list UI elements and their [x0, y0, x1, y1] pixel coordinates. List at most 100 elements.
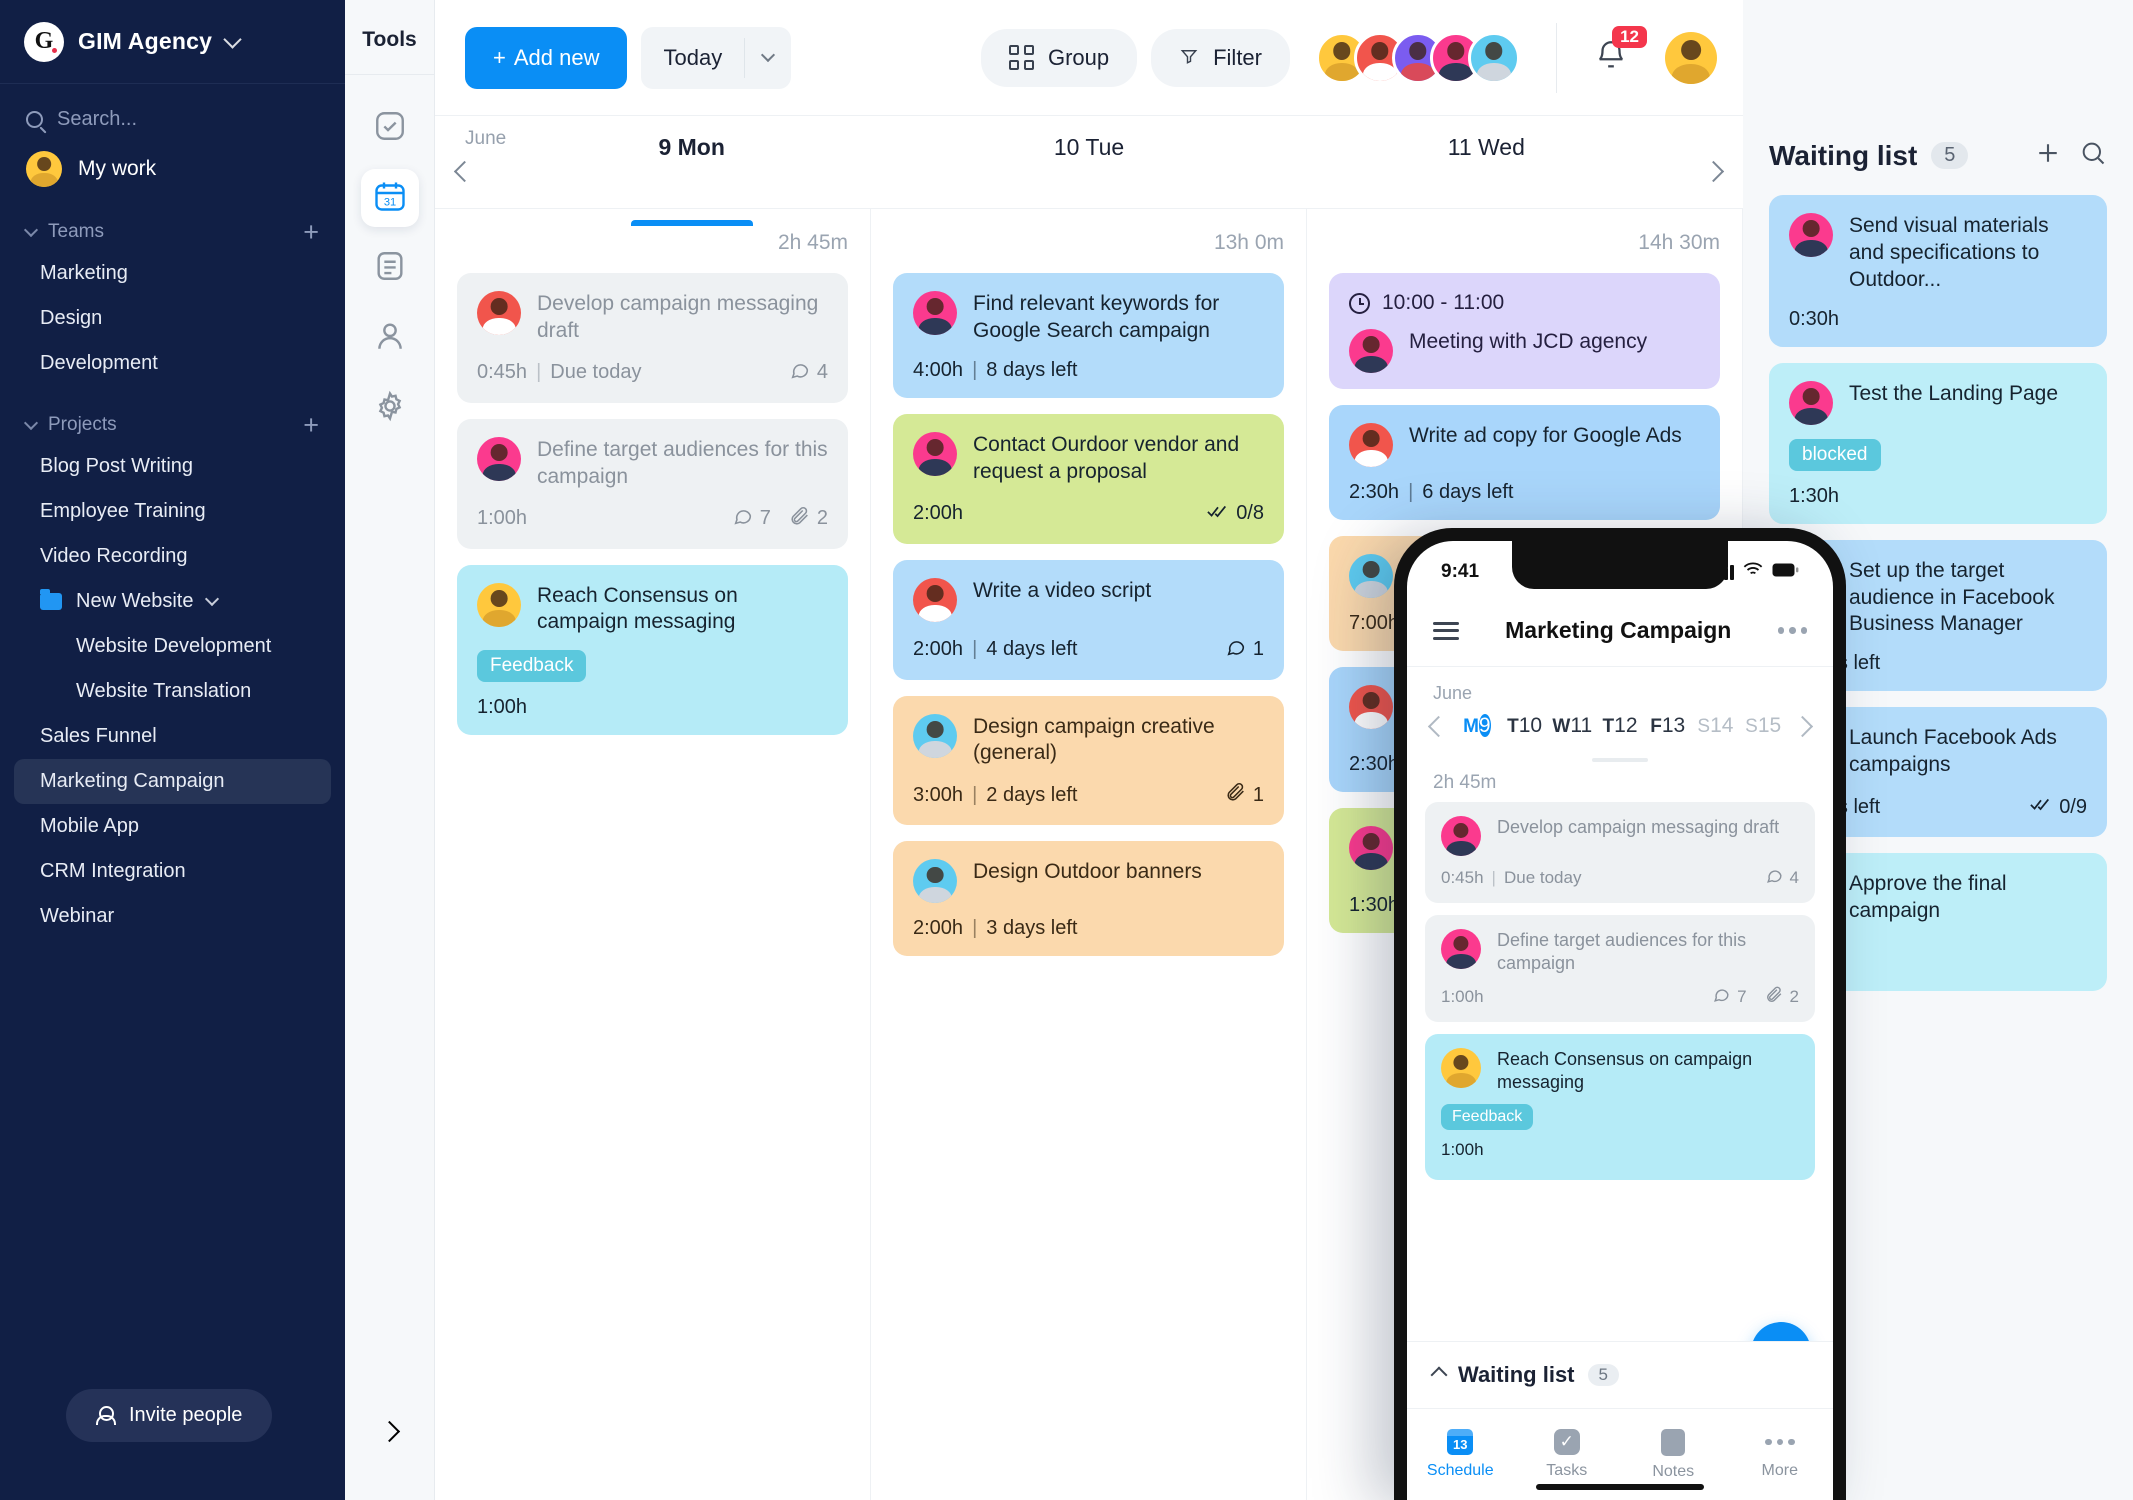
sidebar-item-design[interactable]: Design: [14, 296, 331, 341]
task-card[interactable]: Define target audiences for this campaig…: [1425, 915, 1815, 1023]
group-button[interactable]: Group: [980, 28, 1138, 87]
task-card[interactable]: Reach Consensus on campaign messaging Fe…: [457, 564, 848, 736]
sidebar-item-website-translation[interactable]: Website Translation: [14, 669, 331, 714]
phone-day-thu[interactable]: T12: [1596, 708, 1644, 744]
comment-count: 4: [789, 359, 828, 387]
comment-value: 7: [1737, 987, 1747, 1007]
comment-value: 1: [1252, 638, 1264, 660]
waiting-task-card[interactable]: Send visual materials and specifications…: [1769, 195, 2107, 347]
rail-item-people[interactable]: [361, 309, 419, 367]
tab-more[interactable]: More: [1727, 1409, 1834, 1500]
teams-group-header[interactable]: Teams +: [0, 213, 345, 251]
expand-rail-button[interactable]: [373, 1414, 407, 1448]
task-card[interactable]: Reach Consensus on campaign messaging Fe…: [1425, 1034, 1815, 1181]
task-duration: 3:00h: [913, 783, 964, 806]
projects-group-header[interactable]: Projects +: [0, 406, 345, 444]
avatar: [1349, 825, 1393, 870]
today-selector[interactable]: Today: [641, 26, 792, 89]
rail-item-notes[interactable]: [361, 239, 419, 297]
phone-waiting-list-row[interactable]: Waiting list 5: [1407, 1341, 1833, 1408]
add-project-button[interactable]: +: [303, 411, 319, 438]
sidebar-item-crm-integration[interactable]: CRM Integration: [14, 849, 331, 894]
hamburger-menu-icon[interactable]: [1433, 617, 1459, 644]
notifications-button[interactable]: 12: [1585, 25, 1647, 84]
task-duration: 2:00h: [913, 502, 964, 524]
day-tab-tue[interactable]: 10 Tue: [890, 134, 1287, 208]
invite-people-button[interactable]: Invite people: [66, 1389, 273, 1442]
phone-month-label: June: [1433, 683, 1473, 703]
phone-day-sat[interactable]: S14: [1692, 708, 1740, 744]
task-title: Develop campaign messaging draft: [1497, 817, 1780, 837]
sidebar-item-marketing[interactable]: Marketing: [14, 251, 331, 296]
task-duration: 1:00h: [477, 507, 528, 529]
user-avatar[interactable]: [1665, 31, 1717, 84]
task-card[interactable]: Define target audiences for this campaig…: [457, 418, 848, 549]
rail-item-tasks[interactable]: [361, 99, 419, 157]
add-waiting-task-button[interactable]: [2033, 138, 2063, 173]
chevron-down-icon[interactable]: [745, 47, 791, 65]
status-badge: Feedback: [1441, 1104, 1534, 1131]
tools-title: Tools: [345, 0, 434, 75]
svg-text:31: 31: [383, 196, 395, 208]
task-card[interactable]: Write ad copy for Google Ads 2:30h | 6 d…: [1329, 405, 1720, 520]
person-add-icon: [96, 1406, 116, 1425]
task-due: 8 days left: [986, 358, 1078, 381]
day-tab-wed[interactable]: 11 Wed: [1288, 134, 1685, 208]
task-title: Test the Landing Page: [1849, 381, 2058, 405]
task-card[interactable]: Contact Ourdoor vendor and request a pro…: [893, 413, 1284, 544]
sidebar-item-sales-funnel[interactable]: Sales Funnel: [14, 714, 331, 759]
comment-icon: [1712, 985, 1731, 1009]
sidebar-item-employee-training[interactable]: Employee Training: [14, 489, 331, 534]
teams-label: Teams: [48, 221, 104, 242]
more-options-icon[interactable]: [1777, 627, 1807, 634]
sidebar-item-mobile-app[interactable]: Mobile App: [14, 804, 331, 849]
next-day-button[interactable]: [1685, 134, 1743, 208]
check-square-icon: [373, 109, 407, 148]
app-root: G GIM Agency Search... My work Teams + M…: [0, 0, 2133, 1500]
task-card[interactable]: Write a video script 2:00h | 4 days left…: [893, 559, 1284, 680]
sidebar-item-new-website[interactable]: New Website: [14, 579, 331, 624]
task-card[interactable]: Design campaign creative (general) 3:00h…: [893, 695, 1284, 826]
task-title: Reach Consensus on campaign messaging: [1497, 1049, 1753, 1093]
avatar: [1441, 929, 1481, 969]
phone-day-wed[interactable]: W11: [1548, 708, 1596, 744]
avatar[interactable]: [1468, 31, 1520, 84]
filter-button[interactable]: Filter: [1151, 28, 1290, 87]
tab-schedule[interactable]: 13 Schedule: [1407, 1409, 1514, 1500]
sidebar-item-webinar[interactable]: Webinar: [14, 894, 331, 939]
sidebar-item-blog-post-writing[interactable]: Blog Post Writing: [14, 444, 331, 489]
sidebar-item-marketing-campaign[interactable]: Marketing Campaign: [14, 759, 331, 804]
search-placeholder: Search...: [57, 108, 138, 130]
sidebar-item-development[interactable]: Development: [14, 341, 331, 386]
search-waiting-list-button[interactable]: [2079, 139, 2107, 172]
task-card[interactable]: Design Outdoor banners 2:00h | 3 days le…: [893, 841, 1284, 957]
task-due: 4 days left: [986, 638, 1078, 660]
phone-prev-week-button[interactable]: [1423, 715, 1453, 737]
task-card[interactable]: Develop campaign messaging draft 0:45h |…: [457, 273, 848, 403]
sidebar-item-video-recording[interactable]: Video Recording: [14, 534, 331, 579]
paperclip-icon: [1225, 781, 1247, 809]
workspace-switcher[interactable]: G GIM Agency: [0, 0, 345, 84]
day-tab-mon[interactable]: 9 Mon: [493, 134, 890, 208]
phone-day-fri[interactable]: F13: [1644, 708, 1692, 744]
phone-day-mon[interactable]: M9: [1453, 708, 1501, 744]
add-team-button[interactable]: +: [303, 218, 319, 245]
rail-item-settings[interactable]: [361, 379, 419, 437]
rail-item-calendar[interactable]: 31: [360, 169, 419, 227]
notes-icon: [1661, 1428, 1686, 1456]
event-card[interactable]: 10:00 - 11:00 Meeting with JCD agency: [1329, 273, 1720, 389]
sidebar-item-website-development[interactable]: Website Development: [14, 624, 331, 669]
day-tabs: 9 Mon 10 Tue 11 Wed: [435, 116, 1743, 208]
add-new-button[interactable]: + Add new: [465, 26, 628, 89]
phone-next-week-button[interactable]: [1787, 715, 1817, 737]
waiting-task-card[interactable]: Test the Landing Page blocked 1:30h: [1769, 362, 2107, 524]
sidebar-item-my-work[interactable]: My work: [0, 141, 345, 193]
member-avatar-group[interactable]: [1316, 31, 1520, 84]
task-card[interactable]: Find relevant keywords for Google Search…: [893, 273, 1284, 398]
task-card[interactable]: Develop campaign messaging draft 0:45h |…: [1425, 802, 1815, 903]
search-input[interactable]: Search...: [0, 84, 345, 141]
phone-day-tue[interactable]: T10: [1501, 708, 1549, 744]
task-due: Due today: [1503, 868, 1582, 887]
task-duration: 0:45h: [1441, 868, 1484, 887]
phone-day-sun[interactable]: S15: [1739, 708, 1787, 744]
